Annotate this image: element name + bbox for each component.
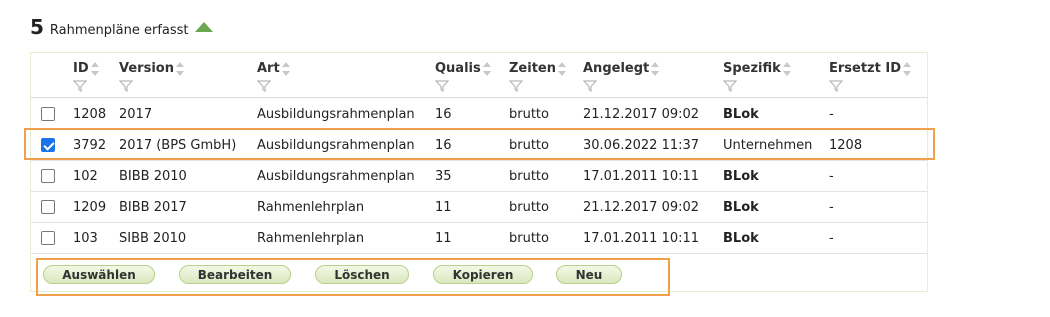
- delete-button[interactable]: Löschen: [315, 265, 409, 284]
- sort-icon[interactable]: [175, 61, 184, 76]
- cell-qualis: 16: [435, 107, 452, 122]
- cell-spezifik: BLok: [723, 231, 759, 246]
- cell-version: BIBB 2017: [119, 200, 187, 215]
- cell-id: 103: [73, 231, 98, 246]
- column-label: ID: [73, 61, 89, 76]
- cell-art: Ausbildungsrahmenplan: [257, 169, 415, 184]
- new-button[interactable]: Neu: [556, 265, 622, 284]
- cell-id: 1208: [73, 107, 107, 122]
- cell-version: SIBB 2010: [119, 231, 187, 246]
- table-row-selected[interactable]: 3792 2017 (BPS GmbH) Ausbildungsrahmenpl…: [31, 130, 927, 161]
- table-row[interactable]: 103 SIBB 2010 Rahmenlehrplan 11 brutto 1…: [31, 223, 927, 254]
- table-row[interactable]: 102 BIBB 2010 Ausbildungsrahmenplan 35 b…: [31, 161, 927, 192]
- copy-button[interactable]: Kopieren: [433, 265, 533, 284]
- column-label: Angelegt: [583, 61, 650, 76]
- cell-zeiten: brutto: [509, 138, 549, 153]
- column-label: Qualis: [435, 61, 481, 76]
- table-row[interactable]: 1208 2017 Ausbildungsrahmenplan 16 brutt…: [31, 99, 927, 130]
- cell-id: 3792: [73, 138, 107, 153]
- edit-button[interactable]: Bearbeiten: [179, 265, 291, 284]
- cell-spezifik: BLok: [723, 107, 759, 122]
- filter-funnel-icon[interactable]: [509, 79, 523, 93]
- filter-funnel-icon[interactable]: [723, 79, 737, 93]
- cell-version: 2017: [119, 107, 153, 122]
- cell-zeiten: brutto: [509, 107, 549, 122]
- table-row[interactable]: 1209 BIBB 2017 Rahmenlehrplan 11 brutto …: [31, 192, 927, 223]
- cell-art: Ausbildungsrahmenplan: [257, 138, 415, 153]
- sort-icon[interactable]: [558, 61, 566, 76]
- column-header-art[interactable]: Art: [257, 61, 290, 93]
- cell-angelegt: 17.01.2011 10:11: [583, 169, 700, 184]
- column-header-id[interactable]: ID: [73, 61, 99, 93]
- column-header-version[interactable]: Version: [119, 61, 184, 93]
- column-header-zeiten[interactable]: Zeiten: [509, 61, 566, 93]
- table-panel: ID Version Art Qualis Zeiten Angelegt Sp…: [30, 52, 928, 292]
- column-header-spezifik[interactable]: Spezifik: [723, 61, 791, 93]
- filter-funnel-icon[interactable]: [119, 79, 133, 93]
- column-label: Art: [257, 61, 280, 76]
- table-header: ID Version Art Qualis Zeiten Angelegt Sp…: [31, 53, 927, 98]
- sort-icon[interactable]: [482, 61, 491, 76]
- cell-id: 1209: [73, 200, 107, 215]
- cell-version: BIBB 2010: [119, 169, 187, 184]
- filter-funnel-icon[interactable]: [73, 79, 87, 93]
- cell-qualis: 35: [435, 169, 452, 184]
- cell-angelegt: 17.01.2011 10:11: [583, 231, 700, 246]
- row-checkbox[interactable]: [41, 138, 55, 152]
- cell-angelegt: 30.06.2022 11:37: [583, 138, 700, 153]
- cell-ersetzt-id: -: [829, 200, 834, 215]
- sort-icon[interactable]: [90, 61, 99, 76]
- row-checkbox[interactable]: [41, 169, 55, 183]
- record-count: 5: [30, 15, 44, 39]
- filter-funnel-icon[interactable]: [829, 79, 843, 93]
- column-header-angelegt[interactable]: Angelegt: [583, 61, 660, 93]
- cell-qualis: 16: [435, 138, 452, 153]
- summary-header: 5 Rahmenpläne erfasst: [30, 15, 213, 39]
- cell-angelegt: 21.12.2017 09:02: [583, 107, 700, 122]
- column-label: Zeiten: [509, 61, 556, 76]
- row-checkbox[interactable]: [41, 200, 55, 214]
- sort-icon[interactable]: [782, 61, 791, 76]
- sort-icon[interactable]: [903, 61, 911, 76]
- select-button[interactable]: Auswählen: [43, 265, 155, 284]
- cell-qualis: 11: [435, 200, 452, 215]
- cell-ersetzt-id: -: [829, 231, 834, 246]
- cell-zeiten: brutto: [509, 169, 549, 184]
- cell-art: Rahmenlehrplan: [257, 200, 365, 215]
- rahmenplaene-table: ID Version Art Qualis Zeiten Angelegt Sp…: [31, 53, 927, 254]
- filter-funnel-icon[interactable]: [435, 79, 449, 93]
- column-label: Spezifik: [723, 61, 781, 76]
- cell-zeiten: brutto: [509, 231, 549, 246]
- column-header-ersetzt-id[interactable]: Ersetzt ID: [829, 61, 911, 93]
- cell-art: Rahmenlehrplan: [257, 231, 365, 246]
- sort-icon[interactable]: [651, 61, 660, 76]
- cell-zeiten: brutto: [509, 200, 549, 215]
- row-checkbox[interactable]: [41, 107, 55, 121]
- column-header-qualis[interactable]: Qualis: [435, 61, 491, 93]
- cell-art: Ausbildungsrahmenplan: [257, 107, 415, 122]
- cell-id: 102: [73, 169, 98, 184]
- cell-ersetzt-id: -: [829, 169, 834, 184]
- column-label: Ersetzt ID: [829, 61, 901, 76]
- filter-funnel-icon[interactable]: [257, 79, 271, 93]
- record-count-label: Rahmenpläne erfasst: [49, 23, 189, 38]
- column-label: Version: [119, 61, 174, 76]
- cell-spezifik: BLok: [723, 200, 759, 215]
- filter-funnel-icon[interactable]: [583, 79, 597, 93]
- row-checkbox[interactable]: [41, 231, 55, 245]
- cell-spezifik: Unternehmen: [723, 138, 813, 153]
- cell-version: 2017 (BPS GmbH): [119, 138, 237, 153]
- sort-icon[interactable]: [281, 61, 290, 76]
- triangle-up-icon[interactable]: [194, 22, 213, 32]
- cell-spezifik: BLok: [723, 169, 759, 184]
- cell-angelegt: 21.12.2017 09:02: [583, 200, 700, 215]
- cell-ersetzt-id: -: [829, 107, 834, 122]
- cell-ersetzt-id: 1208: [829, 138, 863, 153]
- cell-qualis: 11: [435, 231, 452, 246]
